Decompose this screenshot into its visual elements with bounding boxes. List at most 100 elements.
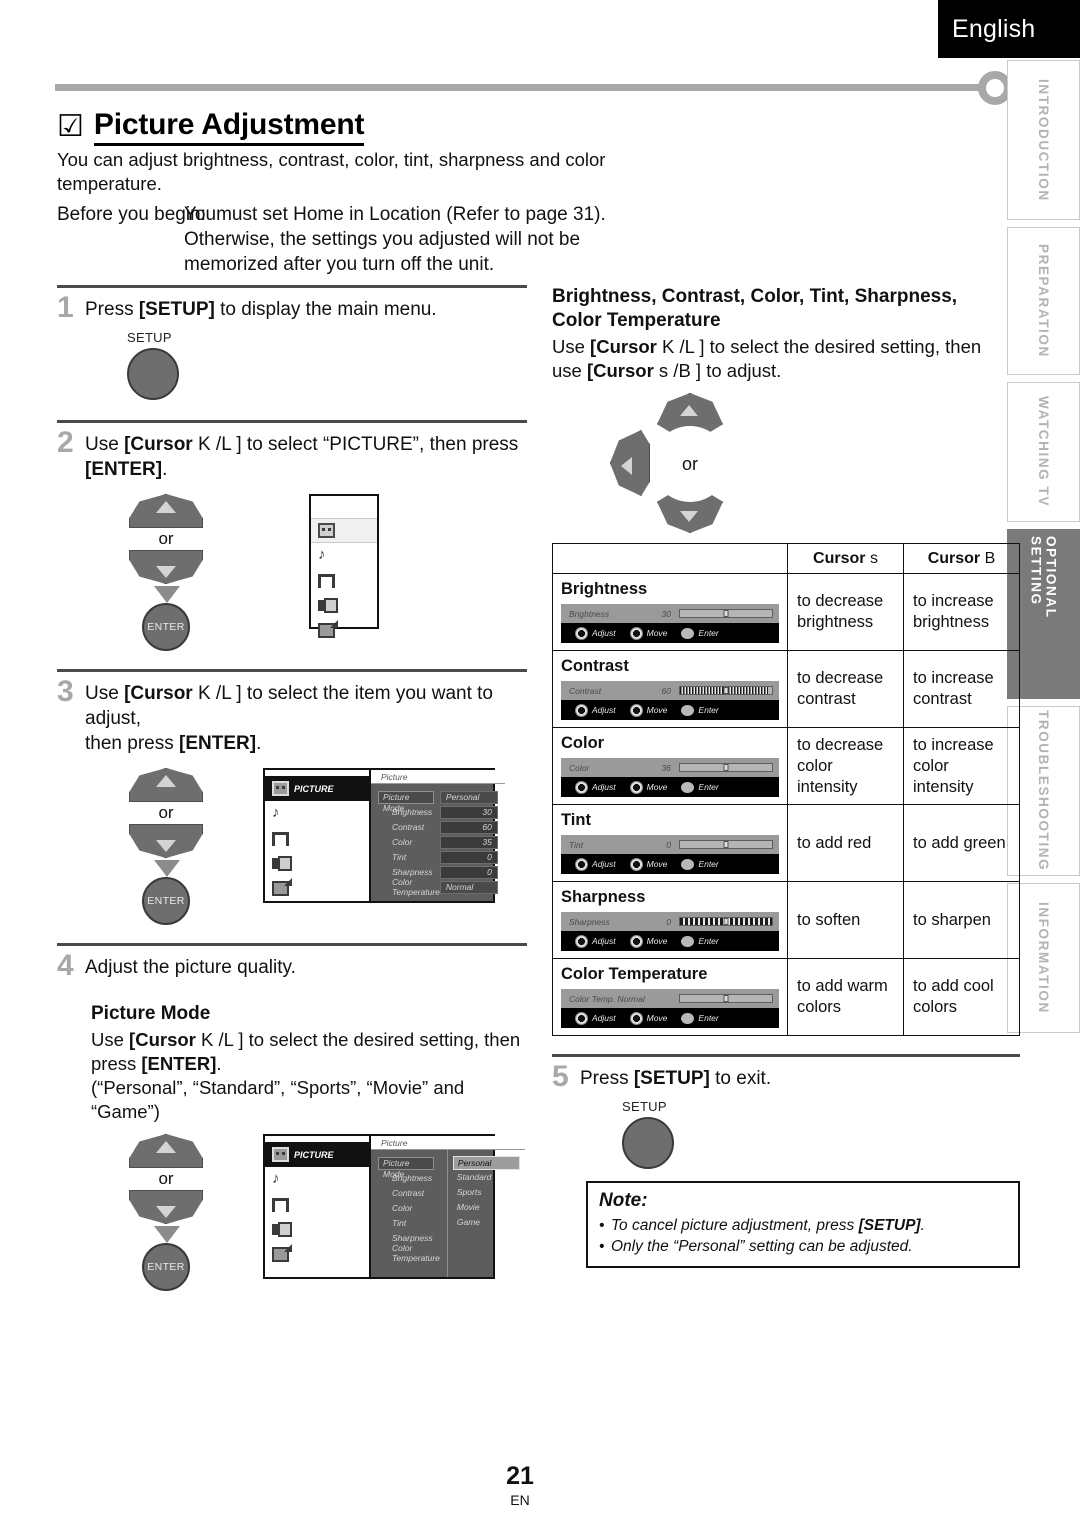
enter-button[interactable]: ENTER <box>142 603 190 651</box>
intro-paragraph: You can adjust brightness, contrast, col… <box>57 149 606 194</box>
slider-knob[interactable] <box>723 918 729 925</box>
key-enter: Enter <box>681 1012 719 1024</box>
cursor-down-button[interactable] <box>129 824 203 858</box>
enter-dot-icon <box>681 704 695 716</box>
osd-row-label: Picture Mode <box>378 790 434 813</box>
adjustment-title: Color <box>561 734 605 752</box>
slider-track[interactable] <box>679 994 773 1003</box>
cursor-pad: or <box>610 393 770 533</box>
key-label: Adjust <box>592 859 616 869</box>
step-text: Adjust the picture quality. <box>85 957 296 978</box>
page-title-text: Picture Adjustment <box>93 108 364 146</box>
adjustment-title: Brightness <box>561 580 648 598</box>
osd-menu-row[interactable]: Contrast <box>378 1186 440 1200</box>
slider-track[interactable] <box>679 917 773 926</box>
osd-menu-row[interactable]: Contrast 60 <box>378 820 498 834</box>
key-adjust: Adjust <box>575 626 616 640</box>
page-number: 21 <box>506 1462 534 1490</box>
picture-mode-body: Use [Cursor K /L ] to select the desired… <box>91 1029 521 1122</box>
osd-menu-row[interactable]: Color Temperature Normal <box>378 877 498 897</box>
page-language-code: EN <box>510 1492 530 1508</box>
step-text: Press [SETUP] to exit. <box>580 1068 772 1089</box>
slider-track[interactable] <box>679 686 773 695</box>
osd-icon-screen[interactable] <box>265 1192 369 1217</box>
cursor-up-button[interactable] <box>129 494 203 528</box>
osd-icon-screen[interactable] <box>265 826 369 851</box>
slider-track[interactable] <box>679 609 773 618</box>
slider-track[interactable] <box>679 763 773 772</box>
page-title: ☑ Picture Adjustment <box>57 108 364 146</box>
osd-menu-row[interactable]: Picture Mode Personal <box>378 790 498 813</box>
cursor-ring-icon <box>575 857 588 871</box>
osd-row-label: Sharpness <box>392 867 433 877</box>
step-2: 2 Use [Cursor K /L ] to select “PICTURE”… <box>57 428 527 482</box>
osd-icon-screen[interactable] <box>311 568 377 593</box>
osd-menu-row[interactable]: Color <box>378 1201 440 1215</box>
osd-menu-row[interactable]: Color Temperature <box>378 1243 440 1263</box>
osd-option[interactable]: Personal <box>452 1156 520 1170</box>
osd-option[interactable]: Movie <box>453 1201 520 1215</box>
cursor-down-button[interactable] <box>129 1190 203 1224</box>
osd-icon-channels[interactable] <box>265 1217 369 1242</box>
osd-key-legend: Adjust Move Enter <box>561 700 779 720</box>
section-tab-introduction[interactable]: INTRODUCTION <box>1007 60 1080 220</box>
music-note-icon: ♪ <box>272 1170 280 1187</box>
osd-menu-row[interactable]: Brightness <box>378 1171 440 1185</box>
osd-menu-row[interactable]: Color 35 <box>378 835 498 849</box>
note-heading: Note: <box>599 1190 648 1211</box>
slider-knob[interactable] <box>723 841 729 848</box>
table-row: Contrast Contrast 60 Adjust Move Enter t… <box>552 650 1021 728</box>
key-label: Enter <box>698 936 719 946</box>
osd-option[interactable]: Sports <box>453 1186 520 1200</box>
step-divider <box>57 285 527 288</box>
osd-icon-picture[interactable]: PICTURE <box>265 776 369 801</box>
slider-knob[interactable] <box>723 995 729 1002</box>
cursor-ring-icon <box>629 780 643 794</box>
slider-label: Brightness <box>569 608 610 619</box>
cursor-right-description: to increase color intensity <box>902 727 1021 805</box>
osd-icon-setup[interactable] <box>265 876 369 901</box>
slider-track[interactable] <box>679 840 773 849</box>
osd-icon-setup[interactable] <box>311 618 377 643</box>
key-move: Move <box>629 1011 667 1025</box>
osd-icon-picture[interactable]: PICTURE <box>265 1142 369 1167</box>
key-label: Enter <box>698 705 719 715</box>
osd-icon-channels[interactable] <box>265 851 369 876</box>
osd-option[interactable]: Standard <box>453 1171 520 1185</box>
slider-label: Color <box>569 762 590 773</box>
osd-row-value: 60 <box>439 820 498 834</box>
osd-menu-row[interactable]: Brightness 30 <box>378 805 498 819</box>
osd-icon-sound[interactable]: ♪ <box>311 543 377 568</box>
osd-menu-row[interactable]: Tint <box>378 1216 440 1230</box>
osd-icon-sound[interactable]: ♪ <box>265 801 369 826</box>
cursor-ring-icon <box>575 934 588 948</box>
slider-knob[interactable] <box>723 764 729 771</box>
slider-label: Color Temp. Normal <box>569 993 645 1004</box>
key-label: Enter <box>698 1013 719 1023</box>
enter-button[interactable]: ENTER <box>142 1243 190 1291</box>
adjustment-title: Color Temperature <box>561 965 708 983</box>
cursor-ring-icon <box>629 857 643 871</box>
setup-button[interactable] <box>622 1117 674 1169</box>
cursor-down-button[interactable] <box>129 550 203 584</box>
osd-icon-setup[interactable] <box>265 1242 369 1267</box>
adjustment-title: Tint <box>561 811 591 829</box>
osd-option[interactable]: Game <box>453 1216 520 1230</box>
osd-row-label: Brightness <box>392 807 433 817</box>
slider-knob[interactable] <box>723 610 729 617</box>
slider-knob[interactable] <box>723 687 729 694</box>
setup-button[interactable] <box>127 348 179 400</box>
osd-menu-row[interactable]: Tint 0 <box>378 850 498 864</box>
key-move: Move <box>629 857 667 871</box>
key-enter: Enter <box>681 627 719 639</box>
key-label: Enter <box>698 782 719 792</box>
adjust-body: Use [Cursor K /L ] to select the desired… <box>552 336 982 381</box>
osd-row-value: Normal <box>439 880 498 894</box>
cursor-up-button[interactable] <box>129 1134 203 1168</box>
osd-icon-sound[interactable]: ♪ <box>265 1167 369 1192</box>
osd-menu-row[interactable]: Picture Mode <box>378 1156 440 1179</box>
osd-icon-picture[interactable] <box>311 518 377 543</box>
enter-button[interactable]: ENTER <box>142 877 190 925</box>
cursor-up-button[interactable] <box>129 768 203 802</box>
osd-icon-channels[interactable] <box>311 593 377 618</box>
